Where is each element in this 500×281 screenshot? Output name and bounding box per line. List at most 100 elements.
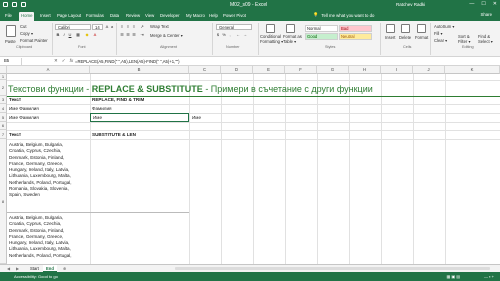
cell-a9[interactable]: Austria, Belgium, Bulgaria, Croatia, Cyp… (9, 215, 72, 264)
tab-formulas[interactable]: Formulas (84, 12, 106, 21)
cell-a3[interactable]: Текст (9, 97, 21, 102)
increase-decimal-icon[interactable]: ← (236, 33, 240, 37)
close-button[interactable]: ✕ (493, 1, 497, 7)
currency-icon[interactable]: $ (216, 33, 220, 37)
fill-button[interactable]: Fill ▾ (434, 31, 443, 36)
cell-a7[interactable]: Текст (9, 132, 21, 137)
sort-filter-button[interactable]: Sort & Filter ▾ (458, 34, 476, 44)
sheet-prev-icon[interactable]: ◀ (4, 265, 13, 272)
tell-me-box[interactable]: 💡 Tell me what you want to do (313, 12, 374, 18)
user-name[interactable]: Ratchev Radki (396, 2, 425, 7)
borders-icon[interactable]: ▦ (76, 33, 80, 37)
clear-button[interactable]: Clear ▾ (434, 38, 447, 43)
font-name-dropdown[interactable]: Calibri (55, 24, 91, 30)
column-header-e[interactable]: E (253, 66, 285, 74)
horizontal-scrollbar[interactable] (175, 267, 490, 270)
column-header-i[interactable]: I (381, 66, 413, 74)
italic-icon[interactable]: I (62, 33, 66, 37)
cell-a5[interactable]: Име Фамилия (9, 115, 39, 120)
column-header-c[interactable]: C (189, 66, 221, 74)
column-header-h[interactable]: H (349, 66, 381, 74)
maximize-button[interactable]: ☐ (481, 1, 485, 7)
cell-c5[interactable]: Име (192, 115, 201, 120)
align-right-icon[interactable]: ☰ (132, 33, 136, 37)
undo-icon[interactable] (12, 2, 17, 7)
number-format-dropdown[interactable]: General (216, 24, 252, 30)
enter-icon[interactable]: ✓ (62, 58, 66, 64)
wrap-text-button[interactable]: Wrap Text (150, 24, 169, 29)
formula-input[interactable]: =REPLACE(A5,FIND(" ",A5),LEN(A5)-FIND(" … (75, 59, 180, 64)
redo-icon[interactable] (21, 2, 26, 7)
tab-view[interactable]: View (143, 12, 156, 21)
decrease-decimal-icon[interactable]: → (243, 33, 247, 37)
align-left-icon[interactable]: ☰ (120, 33, 124, 37)
insert-cells-button[interactable]: Insert (385, 35, 395, 40)
cell-b5-selected[interactable]: Име (90, 113, 189, 122)
row-header-4[interactable]: 4 (0, 104, 7, 113)
format-painter-button[interactable]: Format Painter (20, 38, 48, 43)
tab-insert[interactable]: Insert (38, 12, 53, 21)
row-header-2[interactable]: 2 (0, 80, 7, 96)
share-button[interactable]: Share (481, 12, 492, 17)
format-cells-icon[interactable] (417, 24, 426, 33)
format-as-table-button[interactable]: Format as Table ▾ (283, 34, 303, 44)
style-good[interactable]: Good (305, 33, 338, 40)
tab-home[interactable]: Home (19, 12, 35, 21)
sheet-next-icon[interactable]: ▶ (13, 265, 22, 272)
tab-review[interactable]: Review (124, 12, 142, 21)
orientation-icon[interactable]: ↗ (140, 25, 144, 29)
style-normal[interactable]: Normal (305, 25, 338, 32)
sheet-tab-end[interactable]: End (43, 265, 57, 272)
tab-file[interactable]: File (3, 12, 14, 21)
underline-icon[interactable]: U (68, 33, 72, 37)
font-color-icon[interactable]: A (93, 33, 97, 37)
autosum-button[interactable]: AutoSum ▾ (434, 24, 455, 29)
comma-icon[interactable]: , (228, 33, 232, 37)
row-header-3[interactable]: 3 (0, 96, 7, 104)
tab-data[interactable]: Data (108, 12, 121, 21)
tab-power-pivot[interactable]: Power Pivot (221, 12, 248, 21)
cell-b4[interactable]: Фамилия (92, 106, 112, 111)
column-header-d[interactable]: D (221, 66, 253, 74)
delete-cells-icon[interactable] (401, 24, 410, 33)
align-center-icon[interactable]: ☰ (126, 33, 130, 37)
insert-cells-icon[interactable] (386, 24, 395, 33)
column-header-f[interactable]: F (285, 66, 317, 74)
style-bad[interactable]: Bad (339, 25, 372, 32)
tab-developer[interactable]: Developer (158, 12, 182, 21)
cell-a4[interactable]: Име Фамилия (9, 106, 39, 111)
tab-page-layout[interactable]: Page Layout (55, 12, 83, 21)
column-header-g[interactable]: G (317, 66, 349, 74)
column-header-k[interactable]: K (445, 66, 500, 74)
zoom-slider[interactable]: — ▪ + (484, 272, 494, 281)
row-header-5[interactable]: 5 (0, 113, 7, 122)
paste-icon[interactable] (6, 25, 16, 37)
cell-b3[interactable]: REPLACE, FIND & TRIM (92, 97, 144, 102)
align-bottom-icon[interactable]: ≡ (132, 25, 136, 29)
column-header-a[interactable]: A (7, 66, 90, 74)
fx-icon[interactable]: fx (70, 58, 74, 64)
name-box[interactable]: B5 (2, 58, 22, 65)
column-header-j[interactable]: J (413, 66, 445, 74)
cancel-icon[interactable]: ✕ (54, 58, 58, 64)
copy-button[interactable]: Copy ▾ (20, 31, 33, 36)
save-icon[interactable] (3, 2, 8, 7)
column-header-b[interactable]: B (90, 66, 189, 74)
sheet-tab-start[interactable]: Start (27, 265, 42, 272)
cut-button[interactable]: Cut (20, 24, 27, 29)
tab-help[interactable]: Help (207, 12, 220, 21)
view-buttons[interactable]: ▦ ▣ ▤ (446, 272, 460, 281)
format-cells-button[interactable]: Format (415, 35, 428, 40)
conditional-formatting-icon[interactable] (266, 24, 275, 33)
percent-icon[interactable]: % (222, 33, 226, 37)
align-middle-icon[interactable]: ≡ (126, 25, 130, 29)
cell-b7[interactable]: SUBSTITUTE & LEN (92, 132, 136, 137)
decrease-font-icon[interactable]: a (110, 25, 114, 29)
delete-cells-button[interactable]: Delete (399, 35, 411, 40)
fill-color-icon[interactable]: ◆ (85, 33, 89, 37)
align-top-icon[interactable]: ≡ (120, 25, 124, 29)
row-header-6[interactable]: 6 (0, 122, 7, 130)
minimize-button[interactable]: — (469, 1, 474, 7)
font-size-dropdown[interactable]: 14 (92, 24, 103, 30)
increase-font-icon[interactable]: A (105, 25, 109, 29)
